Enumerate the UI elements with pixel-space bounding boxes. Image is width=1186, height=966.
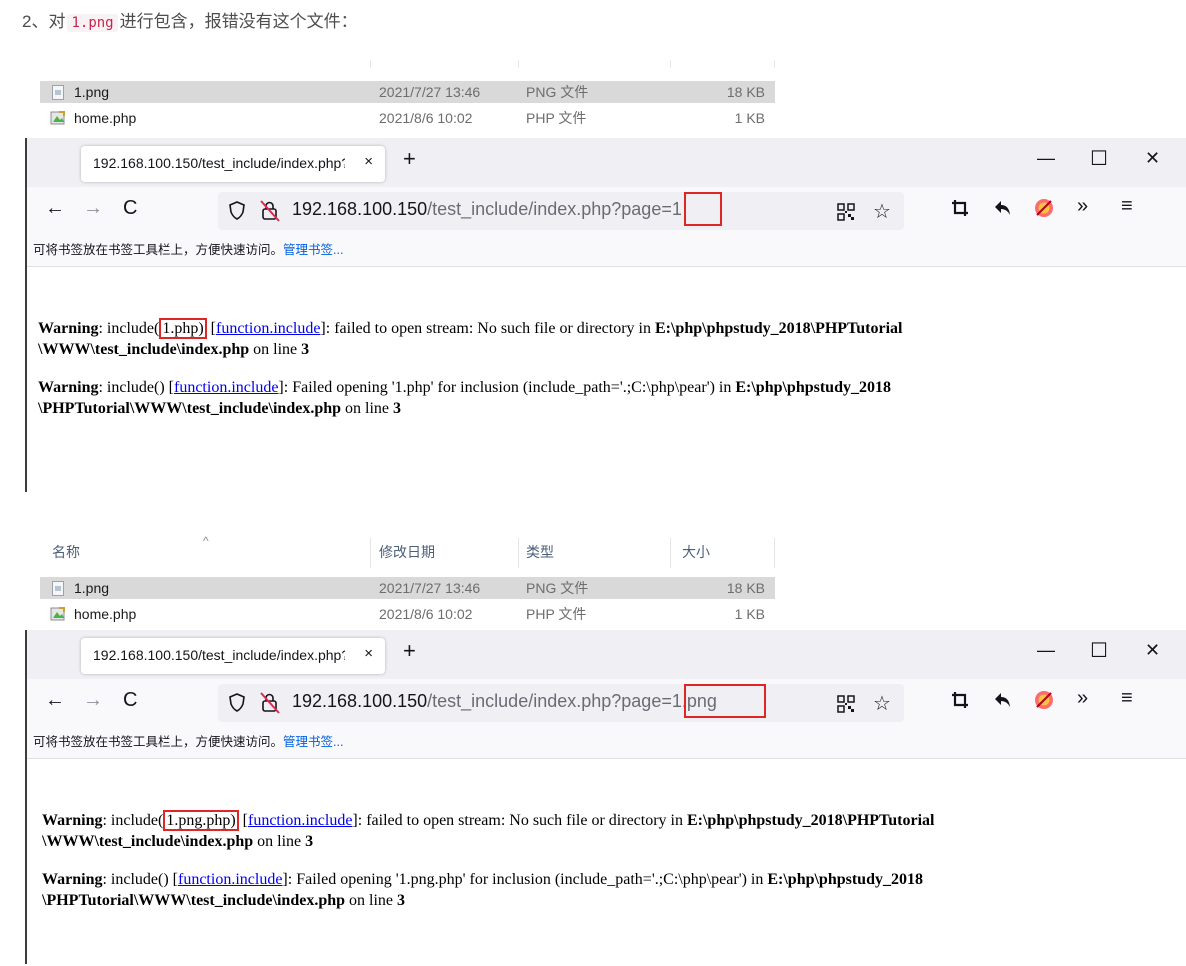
file-row-1png[interactable]: 1.png 2021/7/27 13:46 PNG 文件 18 KB bbox=[40, 81, 775, 103]
manage-bookmarks-link[interactable]: 管理书签... bbox=[283, 243, 343, 257]
new-tab-button[interactable]: + bbox=[403, 146, 416, 172]
highlight-box: 1.php) bbox=[159, 318, 207, 339]
minimize-button[interactable]: — bbox=[1037, 148, 1055, 169]
new-tab-button[interactable]: + bbox=[403, 638, 416, 664]
reload-button[interactable]: C bbox=[123, 197, 137, 220]
bookmarks-bar: 可将书签放在书签工具栏上，方便快速访问。管理书签... bbox=[27, 235, 1186, 267]
image-file-icon bbox=[52, 85, 64, 100]
function-include-link[interactable]: function.include bbox=[174, 379, 278, 396]
app-menu-icon[interactable]: ≡ bbox=[1121, 687, 1133, 710]
warning-1: Warning: include(1.php) [function.includ… bbox=[38, 318, 903, 358]
browser-window: 192.168.100.150/test_include/index.php?p… bbox=[25, 138, 1186, 492]
bookmark-star-icon[interactable]: ☆ bbox=[873, 199, 891, 224]
app-menu-icon[interactable]: ≡ bbox=[1121, 195, 1133, 218]
back-button[interactable]: ← bbox=[45, 197, 65, 220]
page-content: Warning: include(1.php) [function.includ… bbox=[38, 318, 1178, 436]
sort-up-icon: ^ bbox=[203, 534, 209, 548]
tab-strip: 192.168.100.150/test_include/index.php?p… bbox=[27, 630, 1186, 679]
manage-bookmarks-link[interactable]: 管理书签... bbox=[283, 735, 343, 749]
insecure-lock-icon[interactable] bbox=[260, 200, 280, 222]
active-tab[interactable]: 192.168.100.150/test_include/index.php?p… bbox=[81, 146, 385, 182]
nav-toolbar: ← → C 192.168.100.150/test_include/index… bbox=[27, 187, 1186, 235]
shield-icon[interactable] bbox=[229, 693, 245, 712]
more-tools-icon[interactable]: » bbox=[1077, 195, 1088, 218]
function-include-link[interactable]: function.include bbox=[248, 812, 352, 829]
url-bar[interactable]: 192.168.100.150/test_include/index.php?p… bbox=[218, 192, 904, 230]
blocker-extension-icon[interactable] bbox=[1034, 198, 1054, 218]
inline-code: 1.png bbox=[67, 14, 118, 32]
column-type[interactable]: 类型 bbox=[526, 542, 554, 562]
blocker-extension-icon[interactable] bbox=[1034, 690, 1054, 710]
screenshot-1: 1.png 2021/7/27 13:46 PNG 文件 18 KB home.… bbox=[0, 60, 1186, 492]
nav-toolbar: ← → C 192.168.100.150/test_include/index… bbox=[27, 679, 1186, 727]
crop-icon[interactable] bbox=[951, 199, 969, 217]
forward-button[interactable]: → bbox=[83, 197, 103, 220]
bookmarks-bar: 可将书签放在书签工具栏上，方便快速访问。管理书签... bbox=[27, 727, 1186, 759]
column-name[interactable]: 名称 bbox=[52, 542, 80, 562]
minimize-button[interactable]: — bbox=[1037, 640, 1055, 661]
page-content: Warning: include(1.png.php) [function.in… bbox=[42, 810, 1182, 928]
undo-arrow-icon[interactable] bbox=[994, 199, 1012, 217]
warning-1: Warning: include(1.png.php) [function.in… bbox=[42, 810, 935, 850]
reload-button[interactable]: C bbox=[123, 689, 137, 712]
tab-strip: 192.168.100.150/test_include/index.php?p… bbox=[27, 138, 1186, 187]
php-file-icon bbox=[50, 607, 65, 621]
maximize-button[interactable]: ☐ bbox=[1090, 638, 1108, 663]
insecure-lock-icon[interactable] bbox=[260, 692, 280, 714]
browser-window: 192.168.100.150/test_include/index.php?p… bbox=[25, 630, 1186, 964]
forward-button[interactable]: → bbox=[83, 689, 103, 712]
close-tab-icon[interactable]: × bbox=[364, 153, 373, 170]
column-size[interactable]: 大小 bbox=[682, 542, 710, 562]
highlight-box: 1.png.php) bbox=[163, 810, 239, 831]
url-text: 192.168.100.150/test_include/index.php?p… bbox=[292, 691, 717, 711]
file-row-homephp[interactable]: home.php 2021/8/6 10:02 PHP 文件 1 KB bbox=[40, 603, 775, 625]
shield-icon[interactable] bbox=[229, 201, 245, 220]
file-row-homephp[interactable]: home.php 2021/8/6 10:02 PHP 文件 1 KB bbox=[40, 107, 775, 129]
url-text: 192.168.100.150/test_include/index.php?p… bbox=[292, 199, 682, 219]
qr-code-icon[interactable] bbox=[837, 203, 855, 221]
back-button[interactable]: ← bbox=[45, 689, 65, 712]
warning-2: Warning: include() [function.include]: F… bbox=[42, 871, 923, 909]
close-window-button[interactable]: ✕ bbox=[1145, 640, 1160, 661]
column-modified[interactable]: 修改日期 bbox=[379, 542, 435, 562]
php-file-icon bbox=[50, 111, 65, 125]
maximize-button[interactable]: ☐ bbox=[1090, 146, 1108, 171]
highlight-box bbox=[684, 684, 766, 718]
bookmark-star-icon[interactable]: ☆ bbox=[873, 691, 891, 716]
function-include-link[interactable]: function.include bbox=[178, 871, 282, 888]
function-include-link[interactable]: function.include bbox=[216, 320, 320, 337]
url-bar[interactable]: 192.168.100.150/test_include/index.php?p… bbox=[218, 684, 904, 722]
undo-arrow-icon[interactable] bbox=[994, 691, 1012, 709]
close-window-button[interactable]: ✕ bbox=[1145, 148, 1160, 169]
crop-icon[interactable] bbox=[951, 691, 969, 709]
file-row-1png[interactable]: 1.png 2021/7/27 13:46 PNG 文件 18 KB bbox=[40, 577, 775, 599]
url-param: 1 bbox=[671, 199, 682, 219]
active-tab[interactable]: 192.168.100.150/test_include/index.php?p… bbox=[81, 638, 385, 674]
qr-code-icon[interactable] bbox=[837, 695, 855, 713]
image-file-icon bbox=[52, 581, 64, 596]
screenshot-2: 名称 ^ 修改日期 类型 大小 1.png 2021/7/27 13:46 PN… bbox=[0, 528, 1186, 964]
highlight-box bbox=[684, 192, 722, 226]
more-tools-icon[interactable]: » bbox=[1077, 687, 1088, 710]
explorer-header: 名称 ^ 修改日期 类型 大小 bbox=[40, 534, 775, 568]
intro-text: 2、对 1.png 进行包含，报错没有这个文件： bbox=[22, 12, 358, 32]
warning-2: Warning: include() [function.include]: F… bbox=[38, 379, 891, 417]
close-tab-icon[interactable]: × bbox=[364, 645, 373, 662]
